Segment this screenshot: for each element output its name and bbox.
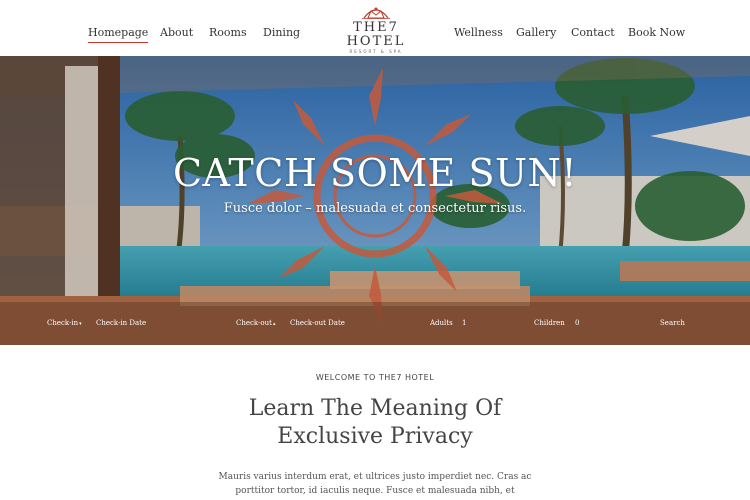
nav-link-homepage[interactable]: Homepage [88,26,149,43]
checkin-select[interactable]: Check-in▾ [47,319,82,327]
headline-line-1: Learn The Meaning Of [248,396,502,421]
hero-title: CATCH SOME SUN! [172,151,578,195]
nav-link-contact[interactable]: Contact [571,26,615,39]
top-navbar: Homepage About Rooms Dining THE7 HOTEL R… [0,0,750,59]
chevron-down-icon: ▴ [272,321,276,327]
nav-link-about[interactable]: About [160,26,193,39]
nav-link-rooms[interactable]: Rooms [209,26,247,39]
nav-link-dining[interactable]: Dining [263,26,300,39]
logo-name: THE7 HOTEL [346,20,406,49]
section-body: Mauris varius interdum erat, et ultrices… [0,470,750,498]
adults-field[interactable]: 1 [462,319,466,327]
children-label: Children [534,319,565,327]
search-button[interactable]: Search [660,319,685,327]
section-eyebrow: WELCOME TO THE7 HOTEL [315,373,435,382]
nav-link-wellness[interactable]: Wellness [454,26,503,39]
checkout-date-field[interactable]: Check-out Date [290,319,345,327]
section-headline: Learn The Meaning Of Exclusive Privacy [0,395,750,451]
hotel-logo[interactable]: THE7 HOTEL RESORT & SPA Est. 2000 [323,4,429,59]
checkin-label: Check-in [47,319,79,327]
children-field[interactable]: 0 [575,319,579,327]
hero-subtitle: Fusce dolor – malesuada et consectetur r… [223,201,527,216]
headline-line-2: Exclusive Privacy [277,424,473,449]
nav-link-gallery[interactable]: Gallery [516,26,556,39]
chevron-down-icon: ▾ [79,321,82,327]
hotel-crown-icon [362,7,390,19]
body-line-2: porttitor tortor, id iaculis neque. Fusc… [235,486,515,496]
checkout-select[interactable]: Check-out▴ [236,319,275,327]
body-line-1: Mauris varius interdum erat, et ultrices… [218,472,532,482]
checkout-label: Check-out [236,319,272,327]
booking-bar: Check-in▾ Check-in Date Check-out▴ Check… [0,302,750,345]
adults-label: Adults [430,319,453,327]
checkin-date-field[interactable]: Check-in Date [96,319,146,327]
nav-link-book-now[interactable]: Book Now [628,26,685,39]
